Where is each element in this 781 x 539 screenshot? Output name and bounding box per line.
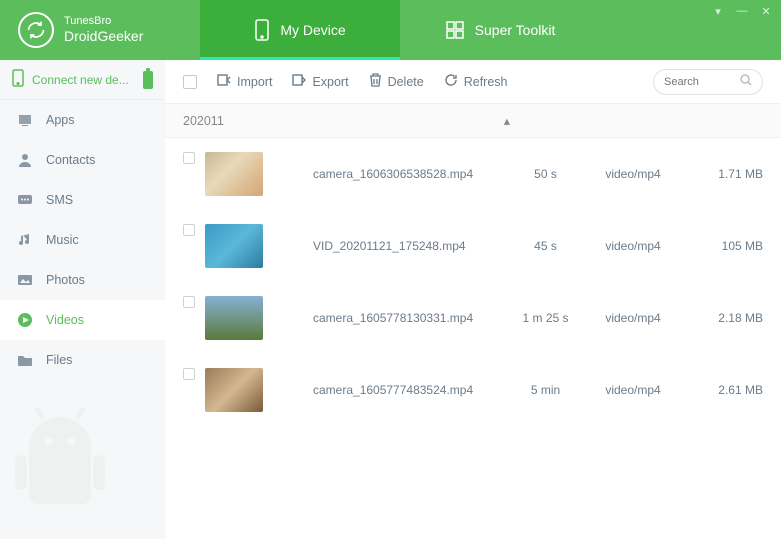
app-logo-icon	[18, 12, 54, 48]
music-icon	[16, 232, 34, 248]
file-size: 105 MB	[683, 239, 763, 253]
sidebar-item-contacts[interactable]: Contacts	[0, 140, 165, 180]
mime-type: video/mp4	[583, 383, 683, 397]
sidebar-item-photos[interactable]: Photos	[0, 260, 165, 300]
filename: camera_1605778130331.mp4	[313, 311, 508, 325]
filename: camera_1606306538528.mp4	[313, 167, 508, 181]
list-item[interactable]: camera_1605778130331.mp4 1 m 25 s video/…	[165, 282, 781, 354]
list-item[interactable]: camera_1605777483524.mp4 5 min video/mp4…	[165, 354, 781, 426]
group-header[interactable]: 202011 ▴	[165, 104, 781, 138]
logo-area: TunesBro DroidGeeker	[0, 0, 200, 60]
grid-icon	[445, 20, 465, 40]
list-item[interactable]: camera_1606306538528.mp4 50 s video/mp4 …	[165, 138, 781, 210]
btn-label: Export	[312, 75, 348, 89]
filename: VID_20201121_175248.mp4	[313, 239, 508, 253]
tab-label: My Device	[280, 22, 345, 38]
videos-icon	[16, 312, 34, 328]
video-thumbnail[interactable]	[205, 152, 263, 196]
app-title: TunesBro DroidGeeker	[64, 15, 143, 45]
main-content: Import Export Delete Refresh 202011 ▴	[165, 60, 781, 539]
video-list: camera_1606306538528.mp4 50 s video/mp4 …	[165, 138, 781, 539]
duration: 50 s	[508, 167, 583, 181]
nav-label: Photos	[46, 273, 85, 287]
video-thumbnail[interactable]	[205, 296, 263, 340]
group-name: 202011	[183, 114, 224, 128]
nav-label: Files	[46, 353, 72, 367]
sidebar-item-videos[interactable]: Videos	[0, 300, 165, 340]
close-icon[interactable]: ✕	[759, 4, 773, 18]
mime-type: video/mp4	[583, 311, 683, 325]
mime-type: video/mp4	[583, 167, 683, 181]
duration: 45 s	[508, 239, 583, 253]
window-controls: ▾ — ✕	[711, 4, 773, 18]
file-size: 2.18 MB	[683, 311, 763, 325]
filename: camera_1605777483524.mp4	[313, 383, 508, 397]
video-thumbnail[interactable]	[205, 224, 263, 268]
export-button[interactable]: Export	[292, 73, 348, 90]
file-size: 2.61 MB	[683, 383, 763, 397]
btn-label: Refresh	[464, 75, 508, 89]
settings-icon[interactable]: ▾	[711, 4, 725, 18]
btn-label: Import	[237, 75, 272, 89]
phone-icon	[12, 69, 24, 90]
tab-label: Super Toolkit	[475, 22, 556, 38]
mime-type: video/mp4	[583, 239, 683, 253]
delete-button[interactable]: Delete	[369, 73, 424, 90]
tab-my-device[interactable]: My Device	[200, 0, 400, 60]
tab-super-toolkit[interactable]: Super Toolkit	[400, 0, 600, 60]
nav-label: Contacts	[46, 153, 95, 167]
search-icon	[740, 73, 752, 91]
import-icon	[217, 73, 231, 90]
search-box[interactable]	[653, 69, 763, 95]
duration: 5 min	[508, 383, 583, 397]
app-header: TunesBro DroidGeeker My Device Super Too…	[0, 0, 781, 60]
sort-arrow-icon: ▴	[504, 113, 510, 128]
contacts-icon	[16, 152, 34, 168]
export-icon	[292, 73, 306, 90]
import-button[interactable]: Import	[217, 73, 272, 90]
row-checkbox[interactable]	[183, 368, 195, 380]
android-watermark-icon	[0, 399, 130, 539]
select-all-checkbox[interactable]	[183, 75, 197, 89]
nav-label: SMS	[46, 193, 73, 207]
connect-label: Connect new de...	[32, 73, 129, 87]
row-checkbox[interactable]	[183, 296, 195, 308]
refresh-button[interactable]: Refresh	[444, 73, 508, 90]
toolbar: Import Export Delete Refresh	[165, 60, 781, 104]
file-size: 1.71 MB	[683, 167, 763, 181]
battery-icon	[143, 71, 153, 89]
duration: 1 m 25 s	[508, 311, 583, 325]
trash-icon	[369, 73, 382, 90]
sidebar: Connect new de... Apps Contacts SMS Musi…	[0, 60, 165, 539]
sidebar-item-sms[interactable]: SMS	[0, 180, 165, 220]
sidebar-item-apps[interactable]: Apps	[0, 100, 165, 140]
row-checkbox[interactable]	[183, 152, 195, 164]
btn-label: Delete	[388, 75, 424, 89]
minimize-icon[interactable]: —	[735, 4, 749, 18]
row-checkbox[interactable]	[183, 224, 195, 236]
nav-label: Music	[46, 233, 79, 247]
phone-icon	[254, 18, 270, 42]
files-icon	[16, 352, 34, 368]
refresh-icon	[444, 73, 458, 90]
connect-device-bar[interactable]: Connect new de...	[0, 60, 165, 100]
sidebar-item-files[interactable]: Files	[0, 340, 165, 380]
sidebar-item-music[interactable]: Music	[0, 220, 165, 260]
sms-icon	[16, 192, 34, 208]
nav-label: Apps	[46, 113, 75, 127]
list-item[interactable]: VID_20201121_175248.mp4 45 s video/mp4 1…	[165, 210, 781, 282]
search-input[interactable]	[664, 76, 734, 88]
apps-icon	[16, 112, 34, 128]
video-thumbnail[interactable]	[205, 368, 263, 412]
photos-icon	[16, 272, 34, 288]
nav-label: Videos	[46, 313, 84, 327]
